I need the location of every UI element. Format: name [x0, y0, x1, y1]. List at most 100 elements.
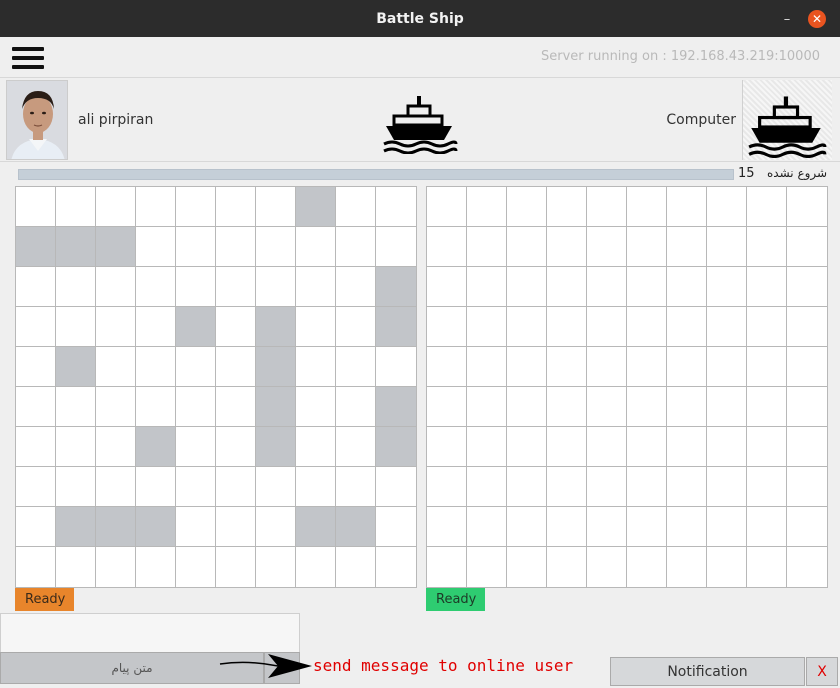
board-cell[interactable]	[747, 547, 787, 587]
board-cell[interactable]	[56, 467, 96, 507]
board-cell-ship[interactable]	[296, 187, 336, 227]
board-cell[interactable]	[16, 347, 56, 387]
board-cell[interactable]	[747, 507, 787, 547]
board-cell-ship[interactable]	[136, 507, 176, 547]
board-cell[interactable]	[747, 227, 787, 267]
minimize-button[interactable]: –	[776, 8, 798, 30]
board-cell[interactable]	[547, 307, 587, 347]
board-cell-ship[interactable]	[256, 387, 296, 427]
board-cell[interactable]	[547, 467, 587, 507]
board-cell[interactable]	[787, 387, 827, 427]
board-cell[interactable]	[296, 467, 336, 507]
board-cell[interactable]	[467, 227, 507, 267]
board-cell[interactable]	[467, 507, 507, 547]
board-cell[interactable]	[176, 347, 216, 387]
board-cell[interactable]	[707, 347, 747, 387]
board-cell[interactable]	[747, 267, 787, 307]
board-cell[interactable]	[667, 267, 707, 307]
board-cell[interactable]	[296, 307, 336, 347]
board-cell[interactable]	[296, 427, 336, 467]
board-cell-ship[interactable]	[56, 507, 96, 547]
board-cell[interactable]	[96, 467, 136, 507]
board-cell[interactable]	[427, 187, 467, 227]
board-cell[interactable]	[136, 187, 176, 227]
board-cell[interactable]	[627, 347, 667, 387]
board-cell[interactable]	[667, 427, 707, 467]
board-cell[interactable]	[256, 267, 296, 307]
board-cell[interactable]	[787, 347, 827, 387]
board-cell[interactable]	[507, 227, 547, 267]
board-cell[interactable]	[667, 387, 707, 427]
board-cell[interactable]	[296, 227, 336, 267]
board-cell[interactable]	[587, 187, 627, 227]
board-cell[interactable]	[336, 467, 376, 507]
board-cell[interactable]	[627, 307, 667, 347]
board-cell[interactable]	[296, 387, 336, 427]
board-cell[interactable]	[467, 267, 507, 307]
board-cell[interactable]	[96, 347, 136, 387]
menu-icon[interactable]	[12, 47, 44, 69]
notification-close-button[interactable]: X	[806, 657, 838, 686]
board-cell[interactable]	[667, 507, 707, 547]
board-cell[interactable]	[467, 427, 507, 467]
board-cell[interactable]	[507, 427, 547, 467]
board-cell[interactable]	[16, 387, 56, 427]
board-cell[interactable]	[56, 307, 96, 347]
board-cell[interactable]	[96, 187, 136, 227]
board-cell[interactable]	[707, 187, 747, 227]
board-cell[interactable]	[667, 467, 707, 507]
board-cell[interactable]	[427, 347, 467, 387]
board-cell[interactable]	[787, 187, 827, 227]
board-cell[interactable]	[667, 547, 707, 587]
board-cell[interactable]	[747, 427, 787, 467]
board-cell-ship[interactable]	[256, 307, 296, 347]
board-cell[interactable]	[547, 227, 587, 267]
board-cell[interactable]	[627, 387, 667, 427]
ready-button-player[interactable]: Ready	[15, 588, 74, 611]
board-cell[interactable]	[547, 267, 587, 307]
board-cell[interactable]	[56, 187, 96, 227]
board-cell[interactable]	[627, 547, 667, 587]
board-cell[interactable]	[427, 427, 467, 467]
board-cell[interactable]	[547, 547, 587, 587]
board-cell[interactable]	[627, 427, 667, 467]
board-cell[interactable]	[96, 267, 136, 307]
board-cell[interactable]	[707, 227, 747, 267]
board-cell[interactable]	[707, 387, 747, 427]
board-cell[interactable]	[176, 187, 216, 227]
board-cell[interactable]	[336, 227, 376, 267]
board-cell-ship[interactable]	[16, 227, 56, 267]
board-cell[interactable]	[256, 507, 296, 547]
board-cell[interactable]	[16, 427, 56, 467]
board-cell[interactable]	[707, 307, 747, 347]
board-cell[interactable]	[216, 267, 256, 307]
board-cell[interactable]	[787, 507, 827, 547]
board-cell[interactable]	[336, 547, 376, 587]
board-cell[interactable]	[507, 307, 547, 347]
board-cell[interactable]	[507, 267, 547, 307]
board-cell[interactable]	[176, 467, 216, 507]
board-cell[interactable]	[467, 547, 507, 587]
board-cell-ship[interactable]	[256, 427, 296, 467]
board-cell[interactable]	[296, 547, 336, 587]
board-cell-ship[interactable]	[96, 227, 136, 267]
board-cell[interactable]	[376, 347, 416, 387]
board-cell[interactable]	[16, 467, 56, 507]
board-cell-ship[interactable]	[376, 267, 416, 307]
board-cell[interactable]	[136, 467, 176, 507]
board-cell-ship[interactable]	[176, 307, 216, 347]
board-cell[interactable]	[747, 307, 787, 347]
board-cell[interactable]	[176, 267, 216, 307]
board-cell[interactable]	[136, 387, 176, 427]
board-cell[interactable]	[747, 347, 787, 387]
board-cell[interactable]	[587, 347, 627, 387]
board-cell[interactable]	[56, 387, 96, 427]
board-cell[interactable]	[587, 547, 627, 587]
board-cell[interactable]	[507, 187, 547, 227]
board-cell[interactable]	[176, 547, 216, 587]
board-cell[interactable]	[376, 547, 416, 587]
board-cell[interactable]	[787, 307, 827, 347]
board-cell[interactable]	[427, 267, 467, 307]
board-cell[interactable]	[547, 427, 587, 467]
board-cell[interactable]	[787, 267, 827, 307]
